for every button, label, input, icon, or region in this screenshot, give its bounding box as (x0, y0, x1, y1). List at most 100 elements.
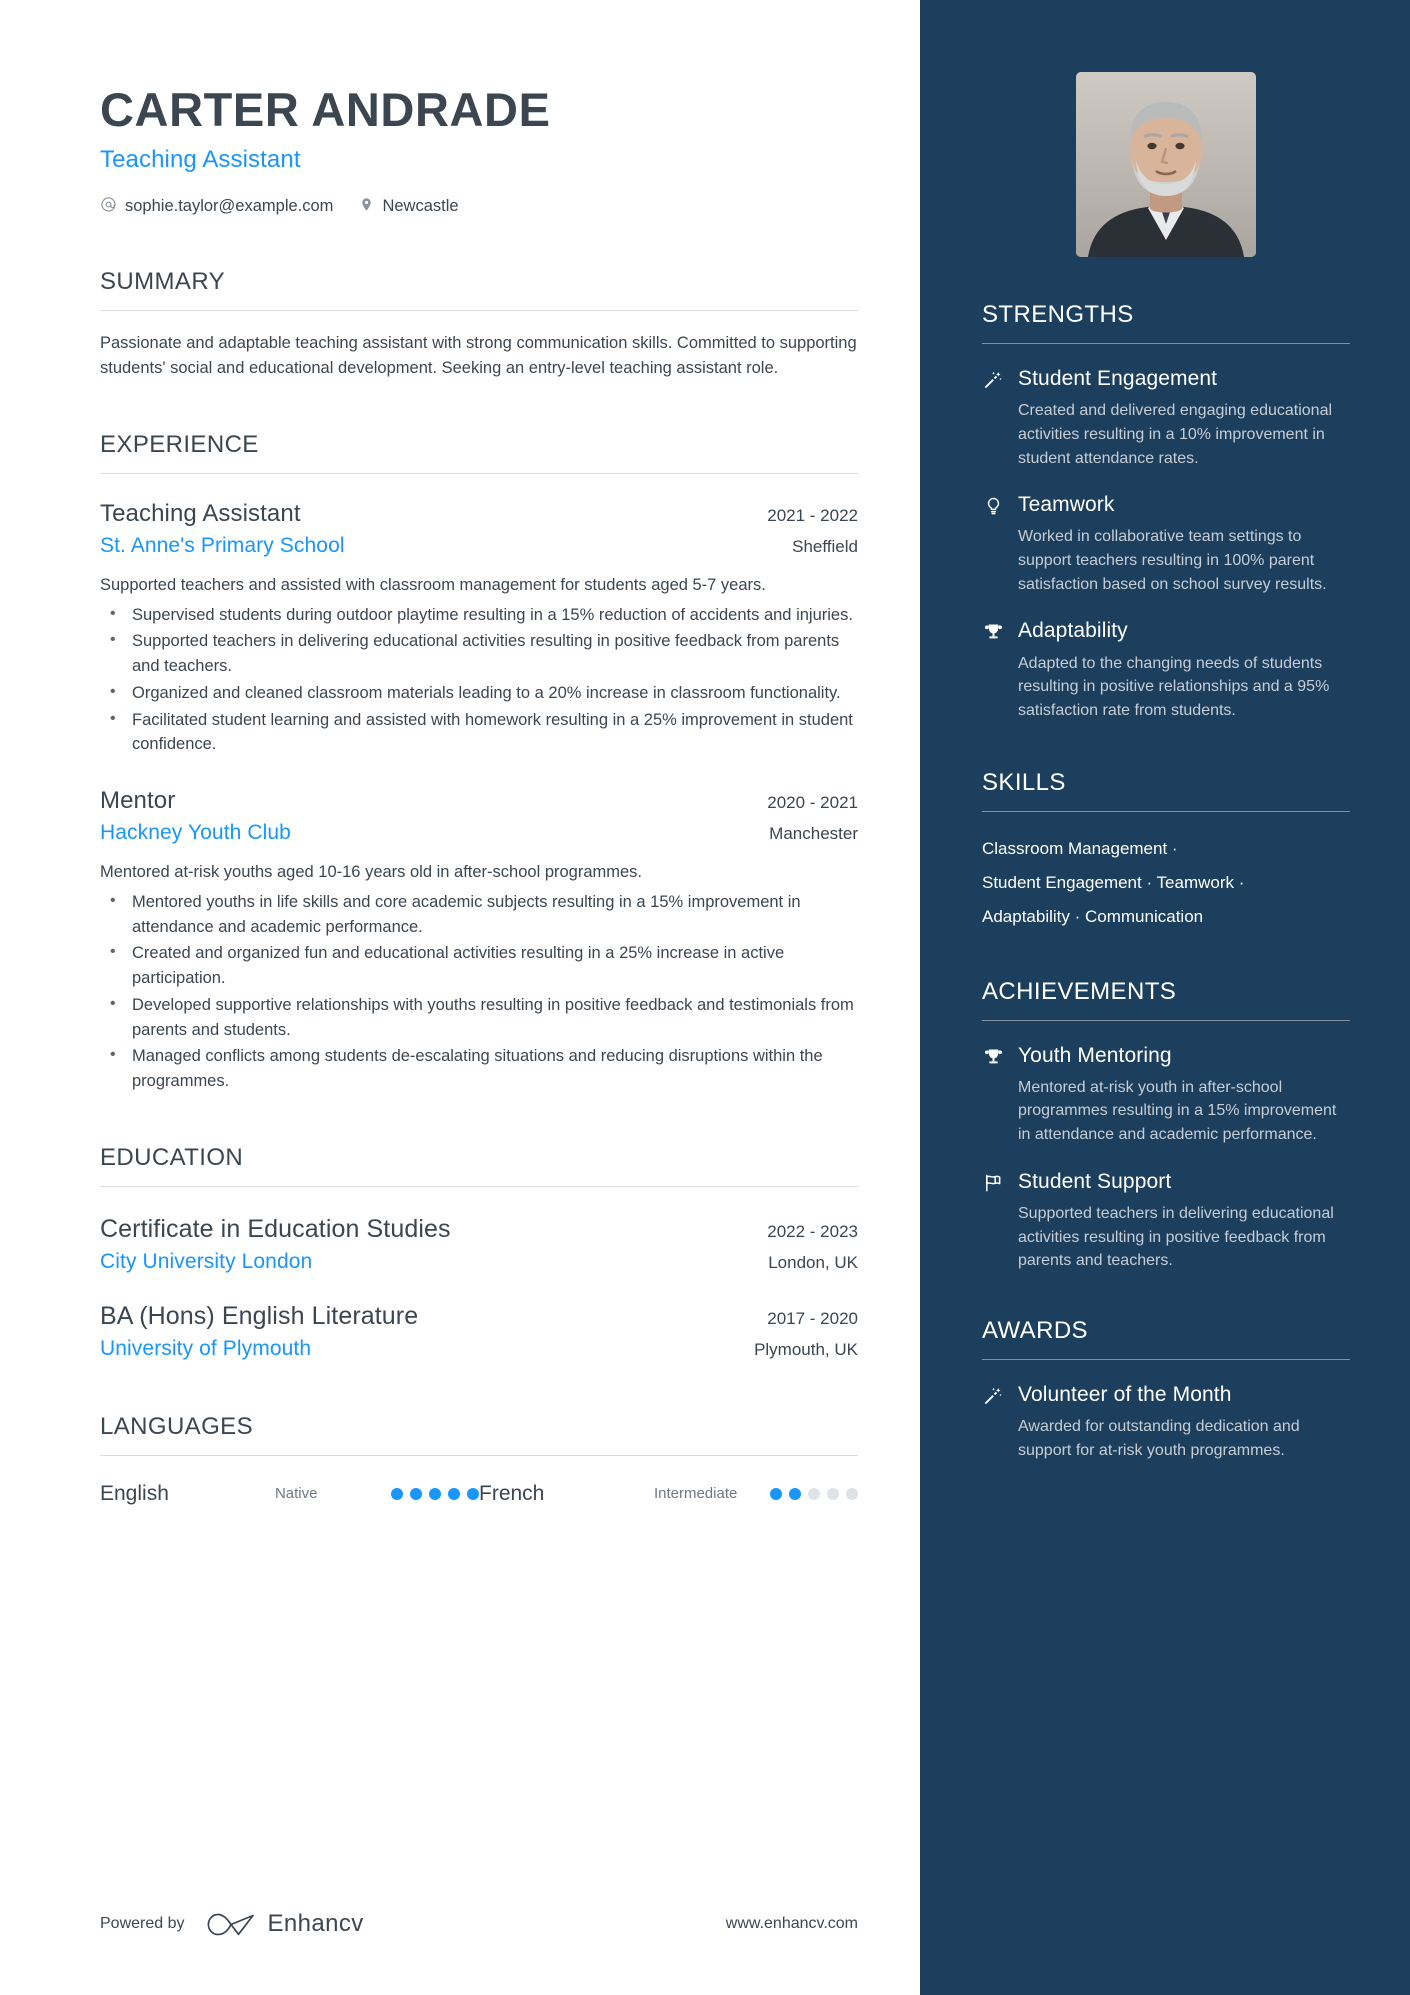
trophy-icon (982, 1043, 1004, 1147)
achievement-description: Supported teachers in delivering educati… (1018, 1205, 1334, 1270)
achievement-title: Youth Mentoring (1018, 1043, 1172, 1067)
summary-text: Passionate and adaptable teaching assist… (100, 333, 857, 377)
rating-dot (467, 1487, 479, 1500)
powered-by-label: Powered by (100, 1915, 185, 1932)
location-pin-icon (359, 196, 374, 218)
strength-item: Adaptability Adapted to the changing nee… (982, 618, 1350, 722)
sidebar: STRENGTHS Student Engagement Created and… (920, 0, 1410, 1995)
language-name: French (479, 1481, 545, 1505)
experience-entry: Mentor 2020 - 2021 Hackney Youth Club Ma… (100, 787, 858, 1094)
experience-title: Mentor (100, 787, 176, 815)
strength-description: Worked in collaborative team settings to… (1018, 528, 1327, 593)
experience-organization[interactable]: Hackney Youth Club (100, 821, 291, 845)
achievement-description: Mentored at-risk youth in after-school p… (1018, 1078, 1337, 1144)
portrait-photo (1076, 72, 1256, 257)
job-title: Teaching Assistant (100, 145, 301, 173)
experience-location: Sheffield (792, 536, 858, 556)
award-description: Awarded for outstanding dedication and s… (1018, 1418, 1300, 1459)
enhancv-wordmark: Enhancv (267, 1910, 364, 1937)
divider (982, 343, 1350, 344)
skill-line: Adaptability · Communication (982, 906, 1204, 926)
website-url[interactable]: www.enhancv.com (726, 1915, 858, 1933)
experience-dates: 2020 - 2021 (767, 793, 858, 813)
rating-dot (846, 1487, 858, 1500)
education-location: London, UK (768, 1252, 858, 1272)
languages-row: English Native French Intermediate (100, 1482, 858, 1506)
achievement-item: Youth Mentoring Mentored at-risk youth i… (982, 1043, 1350, 1147)
main-column: CARTER ANDRADE Teaching Assistant sophie… (0, 0, 920, 1995)
experience-title: Teaching Assistant (100, 499, 301, 527)
languages-section: LANGUAGES English Native French Intermed… (100, 1413, 858, 1506)
education-degree: BA (Hons) English Literature (100, 1301, 419, 1330)
rating-dot (808, 1487, 820, 1500)
experience-heading: EXPERIENCE (100, 430, 259, 458)
achievement-title: Student Support (1018, 1169, 1172, 1193)
divider (982, 1359, 1350, 1361)
list-item: Facilitated student learning and assiste… (100, 707, 858, 758)
rating-dot (410, 1487, 422, 1500)
flag-icon (982, 1169, 1004, 1273)
rating-dot (827, 1487, 839, 1500)
languages-heading: LANGUAGES (100, 1412, 253, 1440)
strength-title: Student Engagement (1018, 367, 1218, 390)
experience-bullets: Mentored youths in life skills and core … (100, 889, 858, 1094)
experience-bullets: Supervised students during outdoor playt… (100, 602, 858, 758)
contact-row: sophie.taylor@example.com Newcastle (100, 196, 858, 218)
list-item: Supervised students during outdoor playt… (100, 602, 858, 628)
experience-section: EXPERIENCE Teaching Assistant 2021 - 202… (100, 431, 858, 1094)
language-name: English (100, 1481, 169, 1505)
award-title: Volunteer of the Month (1018, 1383, 1232, 1407)
language-item: English Native (100, 1482, 479, 1506)
list-item: Developed supportive relationships with … (100, 992, 858, 1043)
divider (982, 1019, 1350, 1021)
education-heading: EDUCATION (100, 1143, 244, 1171)
rating-dot (789, 1487, 801, 1500)
divider (100, 309, 858, 311)
strength-title: Adaptability (1018, 619, 1128, 643)
list-item: Created and organized fun and educationa… (100, 940, 858, 991)
trophy-icon (982, 618, 1004, 722)
experience-organization[interactable]: St. Anne's Primary School (100, 534, 345, 558)
language-rating-dots (770, 1487, 858, 1500)
resume-page: CARTER ANDRADE Teaching Assistant sophie… (0, 0, 1410, 1995)
awards-section: AWARDS Volunteer of the Month Awarded fo… (982, 1317, 1350, 1463)
divider (100, 1454, 858, 1456)
education-section: EDUCATION Certificate in Education Studi… (100, 1144, 858, 1361)
divider (100, 1185, 858, 1187)
list-item: Mentored youths in life skills and core … (100, 889, 858, 940)
language-level: Intermediate (653, 1485, 738, 1503)
education-dates: 2022 - 2023 (767, 1221, 858, 1241)
experience-description: Mentored at-risk youths aged 10-16 years… (100, 863, 643, 882)
rating-dot (770, 1487, 782, 1500)
education-school[interactable]: City University London (100, 1250, 312, 1274)
strength-item: Teamwork Worked in collaborative team se… (982, 492, 1350, 596)
experience-location: Manchester (769, 824, 858, 844)
lightbulb-icon (982, 492, 1004, 596)
rating-dot (429, 1487, 441, 1500)
summary-heading: SUMMARY (100, 267, 226, 295)
enhancv-logo[interactable]: Enhancv (205, 1909, 364, 1939)
rating-dot (448, 1487, 460, 1500)
avatar (1076, 72, 1256, 257)
achievements-section: ACHIEVEMENTS Youth Mentoring Mentored at… (982, 978, 1350, 1273)
magic-wand-icon (982, 1382, 1004, 1463)
achievements-heading: ACHIEVEMENTS (982, 977, 1177, 1005)
skills-list: Classroom Management · Student Engagemen… (982, 832, 1350, 934)
education-school[interactable]: University of Plymouth (100, 1337, 311, 1361)
magic-wand-icon (982, 366, 1004, 470)
experience-entry: Teaching Assistant 2021 - 2022 St. Anne'… (100, 500, 858, 757)
award-item: Volunteer of the Month Awarded for outst… (982, 1382, 1350, 1463)
footer: Powered by Enhancv www.enhancv.com (100, 1909, 858, 1939)
experience-dates: 2021 - 2022 (767, 505, 858, 525)
divider (100, 472, 858, 474)
education-dates: 2017 - 2020 (767, 1308, 858, 1328)
strength-title: Teamwork (1018, 493, 1115, 517)
strength-description: Created and delivered engaging education… (1018, 402, 1333, 467)
contact-email[interactable]: sophie.taylor@example.com (100, 196, 333, 218)
awards-heading: AWARDS (982, 1317, 1088, 1345)
list-item: Managed conflicts among students de-esca… (100, 1043, 858, 1094)
contact-location: Newcastle (359, 196, 459, 218)
education-entry: BA (Hons) English Literature 2017 - 2020… (100, 1302, 858, 1361)
email-text: sophie.taylor@example.com (125, 197, 334, 216)
strengths-section: STRENGTHS Student Engagement Created and… (982, 301, 1350, 723)
